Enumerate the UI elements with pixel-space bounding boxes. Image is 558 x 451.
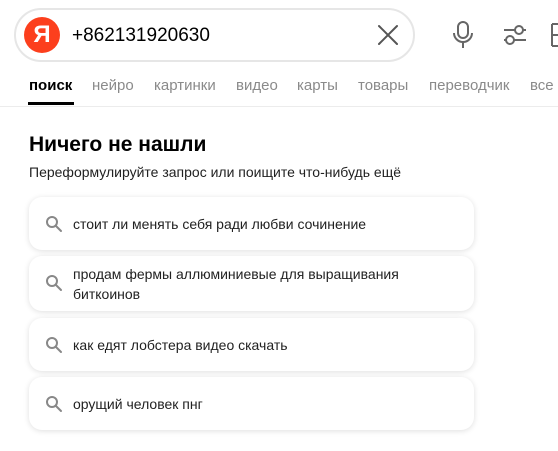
suggestion-item[interactable]: орущий человек пнг xyxy=(29,377,474,430)
empty-state-subtitle: Переформулируйте запрос или поищите что-… xyxy=(29,164,401,180)
tab-search[interactable]: поиск xyxy=(29,77,72,94)
search-tabs: поиск нейро картинки видео карты товары … xyxy=(0,76,558,107)
yandex-logo[interactable]: Я xyxy=(24,17,60,53)
tab-video[interactable]: видео xyxy=(236,77,278,94)
search-icon xyxy=(46,216,62,232)
search-icon xyxy=(46,275,62,291)
search-icon xyxy=(46,337,62,353)
mic-icon[interactable] xyxy=(451,20,475,50)
close-icon[interactable] xyxy=(376,23,400,47)
menu-icon[interactable] xyxy=(548,22,558,48)
suggestion-item[interactable]: как едят лобстера видео скачать xyxy=(29,318,474,371)
suggestion-text: стоит ли менять себя ради любви сочинени… xyxy=(73,216,367,232)
suggestion-text: как едят лобстера видео скачать xyxy=(73,337,288,353)
tab-goods[interactable]: товары xyxy=(358,77,408,94)
tab-translator[interactable]: переводчик xyxy=(429,77,509,94)
search-input[interactable]: +862131920630 xyxy=(72,25,210,47)
filters-icon[interactable] xyxy=(502,23,528,47)
tab-all[interactable]: все xyxy=(530,77,554,94)
suggestion-text: орущий человек пнг xyxy=(73,396,203,412)
active-tab-indicator xyxy=(28,102,74,105)
suggestion-text: продам фермы аллюминиевые для выращивани… xyxy=(73,266,399,302)
empty-state-title: Ничего не нашли xyxy=(29,133,207,156)
tab-neuro[interactable]: нейро xyxy=(92,77,134,94)
suggestion-item[interactable]: стоит ли менять себя ради любви сочинени… xyxy=(29,197,474,250)
suggestion-item[interactable]: продам фермы аллюминиевые для выращивани… xyxy=(29,256,474,311)
tab-maps[interactable]: карты xyxy=(297,77,338,94)
search-icon xyxy=(46,396,62,412)
tab-images[interactable]: картинки xyxy=(154,77,216,94)
search-bar[interactable]: Я +862131920630 xyxy=(14,8,415,62)
